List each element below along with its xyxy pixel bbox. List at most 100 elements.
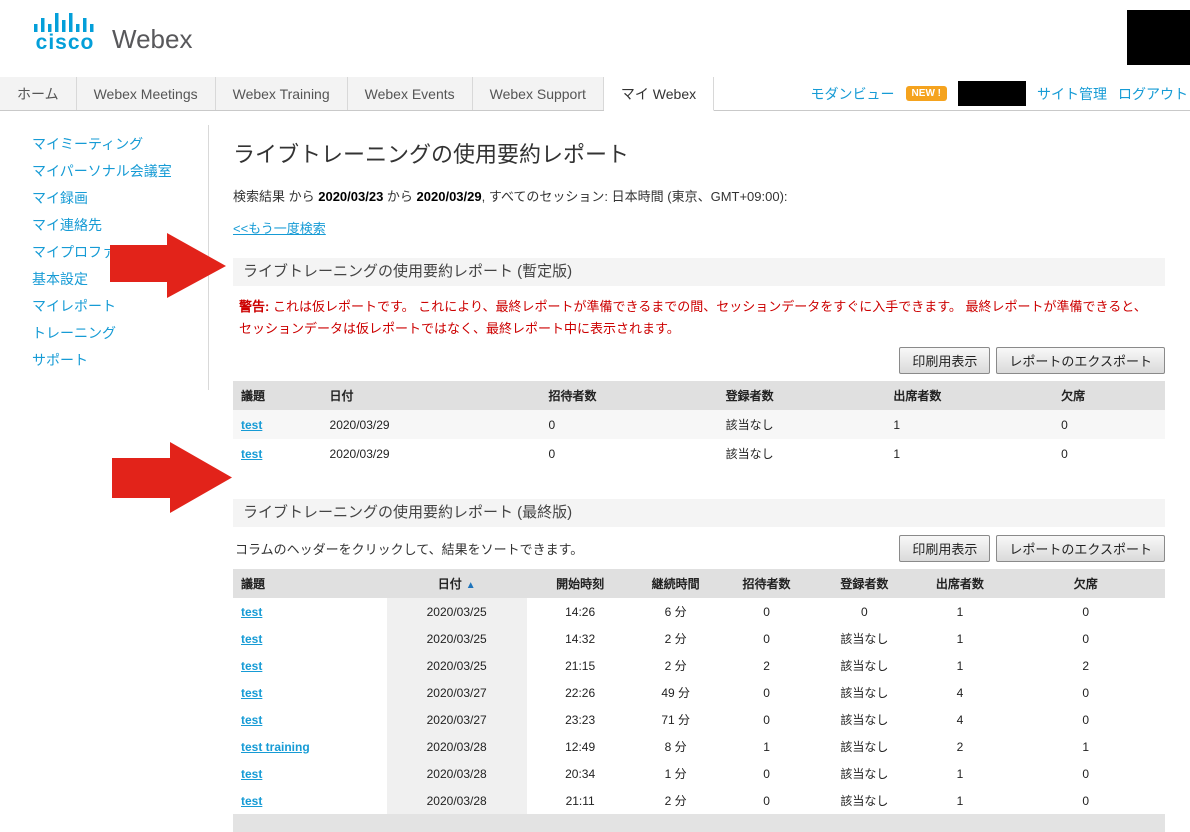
session-topic-link[interactable]: test: [241, 794, 262, 808]
table-cell: 8 分: [634, 733, 718, 760]
column-header-invited[interactable]: 招待者数: [718, 569, 816, 598]
column-header-topic[interactable]: 議題: [233, 569, 387, 598]
table-cell: 14:26: [527, 598, 634, 625]
table-cell: test: [233, 625, 387, 652]
table-cell: test: [233, 598, 387, 625]
main-navigation: ホーム Webex Meetings Webex Training Webex …: [0, 77, 1190, 111]
page-header: cisco Webex: [0, 0, 1190, 77]
tab-my-webex[interactable]: マイ Webex: [604, 77, 714, 111]
table-cell: 0: [718, 706, 816, 733]
annotation-arrow-icon: [112, 442, 233, 513]
export-report-button[interactable]: レポートのエクスポート: [996, 347, 1165, 374]
page-title: ライブトレーニングの使用要約レポート: [233, 137, 1165, 169]
search-again-link[interactable]: <<もう一度検索: [233, 218, 326, 237]
interim-report-section: ライブトレーニングの使用要約レポート (暫定版) 警告: これは仮レポートです。…: [233, 258, 1165, 468]
main-content: ライブトレーニングの使用要約レポート 検索結果 から 2020/03/23 から…: [233, 131, 1165, 832]
search-summary-text: 検索結果 から: [233, 189, 318, 204]
sidebar-item-my-recordings[interactable]: マイ録画: [32, 185, 200, 212]
column-header-date-label: 日付: [438, 577, 462, 591]
tab-webex-meetings[interactable]: Webex Meetings: [77, 77, 216, 110]
table-cell: test: [233, 410, 322, 439]
session-topic-link[interactable]: test: [241, 418, 262, 432]
table-cell: test: [233, 760, 387, 787]
column-header-absent[interactable]: 欠席: [1007, 569, 1165, 598]
column-header-attended[interactable]: 出席者数: [913, 569, 1006, 598]
table-cell: 0: [718, 598, 816, 625]
table-cell: 0: [1053, 410, 1165, 439]
table-cell: 1: [913, 760, 1006, 787]
tab-webex-support[interactable]: Webex Support: [473, 77, 604, 110]
session-topic-link[interactable]: test: [241, 686, 262, 700]
table-cell: 2020/03/29: [322, 439, 541, 468]
table-row: test2020/03/2722:2649 分0該当なし40: [233, 679, 1165, 706]
interim-actions: 印刷用表示 レポートのエクスポート: [233, 347, 1165, 374]
table-cell: 2 分: [634, 787, 718, 814]
tab-webex-events[interactable]: Webex Events: [348, 77, 473, 110]
table-cell: 該当なし: [815, 787, 913, 814]
column-header-start-time[interactable]: 開始時刻: [527, 569, 634, 598]
navbar-utility-links: モダンビュー NEW ! サイト管理 ログアウト: [811, 77, 1190, 110]
table-cell: 該当なし: [815, 679, 913, 706]
session-topic-link[interactable]: test: [241, 632, 262, 646]
search-summary-text: から: [383, 189, 416, 204]
column-header-date: 日付: [322, 381, 541, 410]
table-cell: test: [233, 787, 387, 814]
final-report-table: 議題 日付▲ 開始時刻 継続時間 招待者数 登録者数 出席者数 欠席 test2…: [233, 569, 1165, 814]
table-row: test2020/03/2514:322 分0該当なし10: [233, 625, 1165, 652]
column-header-topic: 議題: [233, 381, 322, 410]
sidebar-item-support[interactable]: サポート: [32, 347, 200, 374]
session-topic-link[interactable]: test: [241, 659, 262, 673]
printer-friendly-button[interactable]: 印刷用表示: [899, 347, 990, 374]
table-cell: 4: [913, 679, 1006, 706]
sidebar-item-my-personal-room[interactable]: マイパーソナル会議室: [32, 158, 200, 185]
table-cell: 0: [1007, 787, 1165, 814]
webex-logo: cisco Webex: [32, 12, 192, 52]
table-cell: test: [233, 652, 387, 679]
session-topic-link[interactable]: test: [241, 605, 262, 619]
table-cell: 22:26: [527, 679, 634, 706]
table-cell: 1: [885, 410, 1053, 439]
modern-view-link[interactable]: モダンビュー: [811, 84, 895, 104]
table-cell: 1: [913, 787, 1006, 814]
redacted-user-avatar: [1127, 10, 1190, 65]
sidebar-item-my-meetings[interactable]: マイミーティング: [32, 131, 200, 158]
table-cell: 0: [1007, 598, 1165, 625]
table-cell: 該当なし: [815, 625, 913, 652]
table-cell: 0: [1053, 439, 1165, 468]
table-cell: test training: [233, 733, 387, 760]
table-cell: test: [233, 679, 387, 706]
session-topic-link[interactable]: test: [241, 447, 262, 461]
table-cell: 12:49: [527, 733, 634, 760]
table-cell: 2020/03/28: [387, 787, 527, 814]
table-cell: 0: [718, 760, 816, 787]
column-header-attended: 出席者数: [885, 381, 1053, 410]
site-admin-link[interactable]: サイト管理: [1037, 84, 1107, 104]
column-header-duration[interactable]: 継続時間: [634, 569, 718, 598]
table-cell: 該当なし: [815, 706, 913, 733]
table-cell: 1: [913, 652, 1006, 679]
export-report-button[interactable]: レポートのエクスポート: [996, 535, 1165, 562]
table-cell: 21:11: [527, 787, 634, 814]
tab-home[interactable]: ホーム: [0, 77, 77, 110]
printer-friendly-button[interactable]: 印刷用表示: [899, 535, 990, 562]
table-cell: 2: [1007, 652, 1165, 679]
interim-warning-text: 警告: これは仮レポートです。 これにより、最終レポートが準備できるまでの間、セ…: [233, 296, 1165, 340]
column-header-registered: 登録者数: [718, 381, 886, 410]
column-header-registered[interactable]: 登録者数: [815, 569, 913, 598]
session-topic-link[interactable]: test training: [241, 740, 310, 754]
logout-link[interactable]: ログアウト: [1118, 84, 1188, 104]
table-cell: test: [233, 706, 387, 733]
sidebar-item-training[interactable]: トレーニング: [32, 320, 200, 347]
table-cell: 2: [913, 733, 1006, 760]
table-header-row: 議題 日付▲ 開始時刻 継続時間 招待者数 登録者数 出席者数 欠席: [233, 569, 1165, 598]
search-result-summary: 検索結果 から 2020/03/23 から 2020/03/29, すべてのセッ…: [233, 186, 1165, 205]
table-row: test training2020/03/2812:498 分1該当なし21: [233, 733, 1165, 760]
session-topic-link[interactable]: test: [241, 767, 262, 781]
table-cell: 2 分: [634, 652, 718, 679]
table-cell: 14:32: [527, 625, 634, 652]
session-topic-link[interactable]: test: [241, 713, 262, 727]
table-cell: 1: [718, 733, 816, 760]
column-header-date-sorted[interactable]: 日付▲: [387, 569, 527, 598]
tab-webex-training[interactable]: Webex Training: [216, 77, 348, 110]
table-row: test2020/03/2821:112 分0該当なし10: [233, 787, 1165, 814]
